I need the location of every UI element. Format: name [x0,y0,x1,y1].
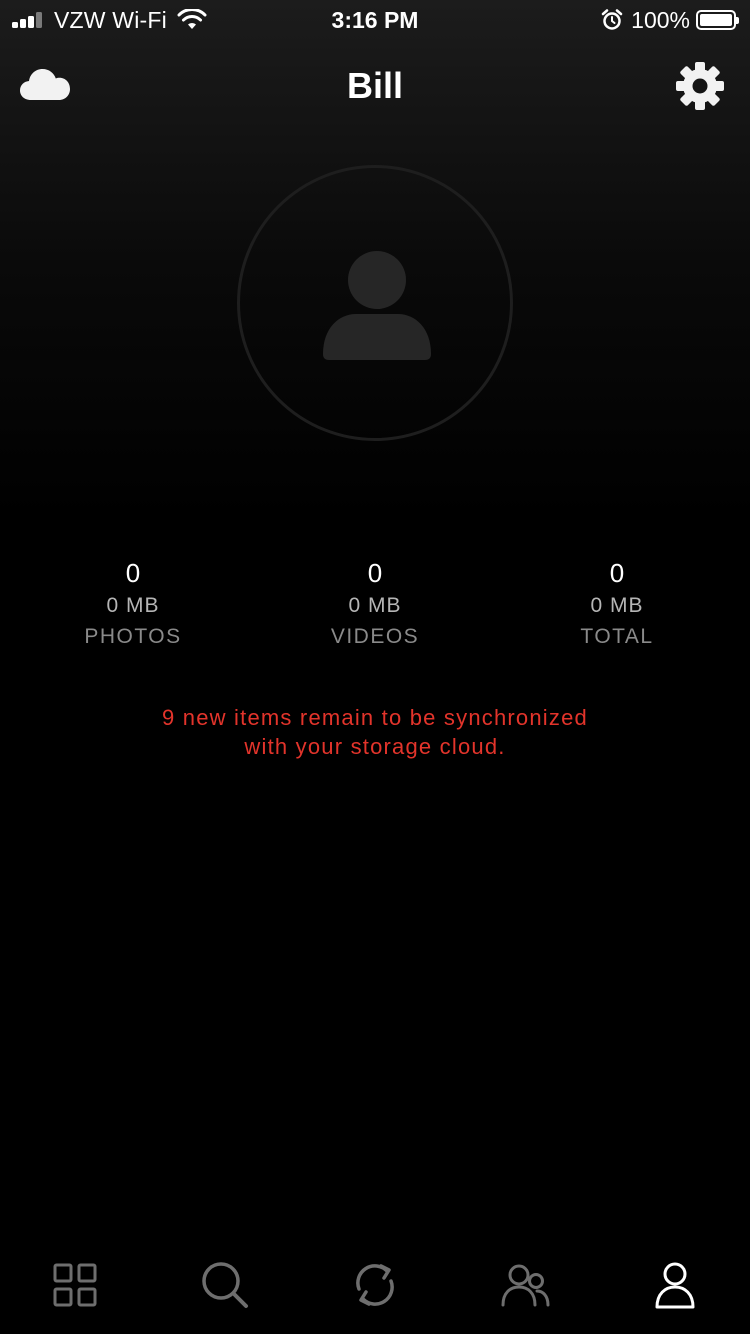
tab-profile[interactable] [600,1236,750,1334]
search-icon [202,1262,248,1308]
nav-bar: Bill [0,50,750,122]
tab-search[interactable] [150,1236,300,1334]
total-label: TOTAL [580,625,654,648]
battery-percent: 100% [631,6,690,33]
people-icon [501,1264,550,1307]
alarm-icon [601,9,623,30]
tab-gallery[interactable] [0,1236,150,1334]
gear-icon[interactable] [674,60,726,112]
videos-count: 0 [367,558,383,588]
profile-screen: VZW Wi-Fi 3:16 PM 100% Bill 0 0 MB PHOTO… [0,0,750,1334]
avatar[interactable] [237,165,513,441]
sync-warning-line2: with your storage cloud. [244,734,506,759]
sync-warning-line1: 9 new items remain to be synchronized [162,705,588,730]
stat-videos: 0 0 MB VIDEOS [275,555,475,653]
tab-sync[interactable] [300,1236,450,1334]
total-size: 0 MB [590,594,644,617]
status-right: 100% [601,6,739,34]
storage-stats: 0 0 MB PHOTOS 0 0 MB VIDEOS 0 0 MB TOTAL [0,555,750,655]
sync-warning: 9 new items remain to be synchronized wi… [75,703,675,761]
photos-label: PHOTOS [84,625,182,648]
stat-total: 0 0 MB TOTAL [517,555,717,653]
battery-icon [696,10,739,30]
photos-count: 0 [125,558,141,588]
stat-photos: 0 0 MB PHOTOS [33,555,233,653]
tab-bar [0,1236,750,1334]
photos-size: 0 MB [106,594,160,617]
videos-label: VIDEOS [330,625,420,648]
profile-icon [655,1262,695,1309]
page-title: Bill [346,65,403,106]
sync-icon [356,1264,394,1306]
tab-people[interactable] [450,1236,600,1334]
user-placeholder-icon [323,251,431,360]
total-count: 0 [609,558,625,588]
videos-size: 0 MB [348,594,402,617]
status-bar: VZW Wi-Fi 3:16 PM 100% [0,0,750,40]
grid-icon [53,1263,97,1307]
